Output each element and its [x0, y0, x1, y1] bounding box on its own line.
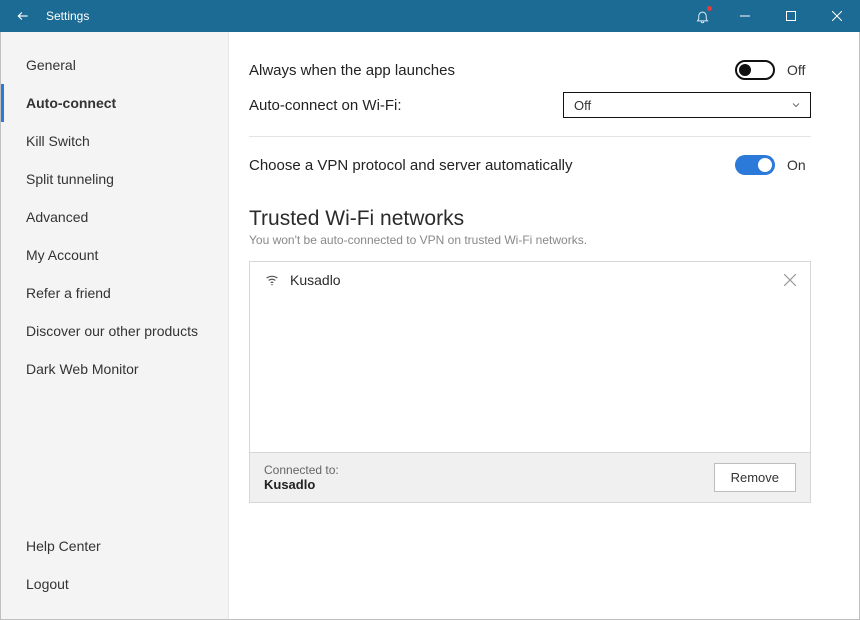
sidebar-item-logout[interactable]: Logout [1, 565, 228, 603]
row-launch-toggle: Always when the app launches Off [249, 48, 811, 92]
protocol-label: Choose a VPN protocol and server automat… [249, 157, 573, 174]
wifi-select-value: Off [574, 98, 591, 113]
trusted-title: Trusted Wi-Fi networks [249, 207, 811, 231]
window-maximize-button[interactable] [768, 0, 814, 32]
launch-toggle-state: Off [787, 62, 811, 78]
main-content: Always when the app launches Off Auto-co… [229, 32, 859, 619]
row-protocol-toggle: Choose a VPN protocol and server automat… [249, 143, 811, 187]
trusted-network-row[interactable]: Kusadlo [264, 272, 796, 288]
trusted-footer: Connected to: Kusadlo Remove [250, 452, 810, 502]
trusted-list: Kusadlo [250, 262, 810, 452]
sidebar-item-split-tunneling[interactable]: Split tunneling [1, 160, 228, 198]
sidebar-item-kill-switch[interactable]: Kill Switch [1, 122, 228, 160]
sidebar-item-general[interactable]: General [1, 46, 228, 84]
sidebar-item-other-products[interactable]: Discover our other products [1, 312, 228, 350]
wifi-autoconnect-select[interactable]: Off [563, 92, 811, 118]
notifications-icon[interactable] [682, 0, 722, 32]
sidebar-item-my-account[interactable]: My Account [1, 236, 228, 274]
sidebar: General Auto-connect Kill Switch Split t… [1, 32, 229, 619]
chevron-down-icon [790, 99, 802, 111]
titlebar: Settings [0, 0, 860, 32]
notification-dot [707, 6, 712, 11]
sidebar-item-advanced[interactable]: Advanced [1, 198, 228, 236]
protocol-toggle-state: On [787, 157, 811, 173]
trusted-network-name: Kusadlo [290, 272, 341, 288]
launch-toggle[interactable] [735, 60, 775, 80]
window-close-button[interactable] [814, 0, 860, 32]
trusted-subtitle: You won't be auto-connected to VPN on tr… [249, 233, 811, 247]
divider [249, 136, 811, 137]
sidebar-item-refer[interactable]: Refer a friend [1, 274, 228, 312]
connected-network-name: Kusadlo [264, 477, 339, 492]
titlebar-title: Settings [46, 9, 89, 23]
wifi-icon [264, 272, 280, 288]
sidebar-item-auto-connect[interactable]: Auto-connect [1, 84, 228, 122]
window-minimize-button[interactable] [722, 0, 768, 32]
protocol-toggle[interactable] [735, 155, 775, 175]
sidebar-item-dark-web-monitor[interactable]: Dark Web Monitor [1, 350, 228, 388]
row-wifi-select: Auto-connect on Wi-Fi: Off [249, 92, 811, 130]
trusted-panel: Kusadlo Connected to: Kusadlo Remove [249, 261, 811, 503]
wifi-label: Auto-connect on Wi-Fi: [249, 97, 402, 114]
remove-network-icon[interactable] [784, 274, 796, 286]
connected-label: Connected to: [264, 463, 339, 477]
back-icon[interactable] [16, 9, 30, 23]
sidebar-item-help-center[interactable]: Help Center [1, 527, 228, 565]
remove-button[interactable]: Remove [714, 463, 796, 492]
launch-label: Always when the app launches [249, 62, 455, 79]
